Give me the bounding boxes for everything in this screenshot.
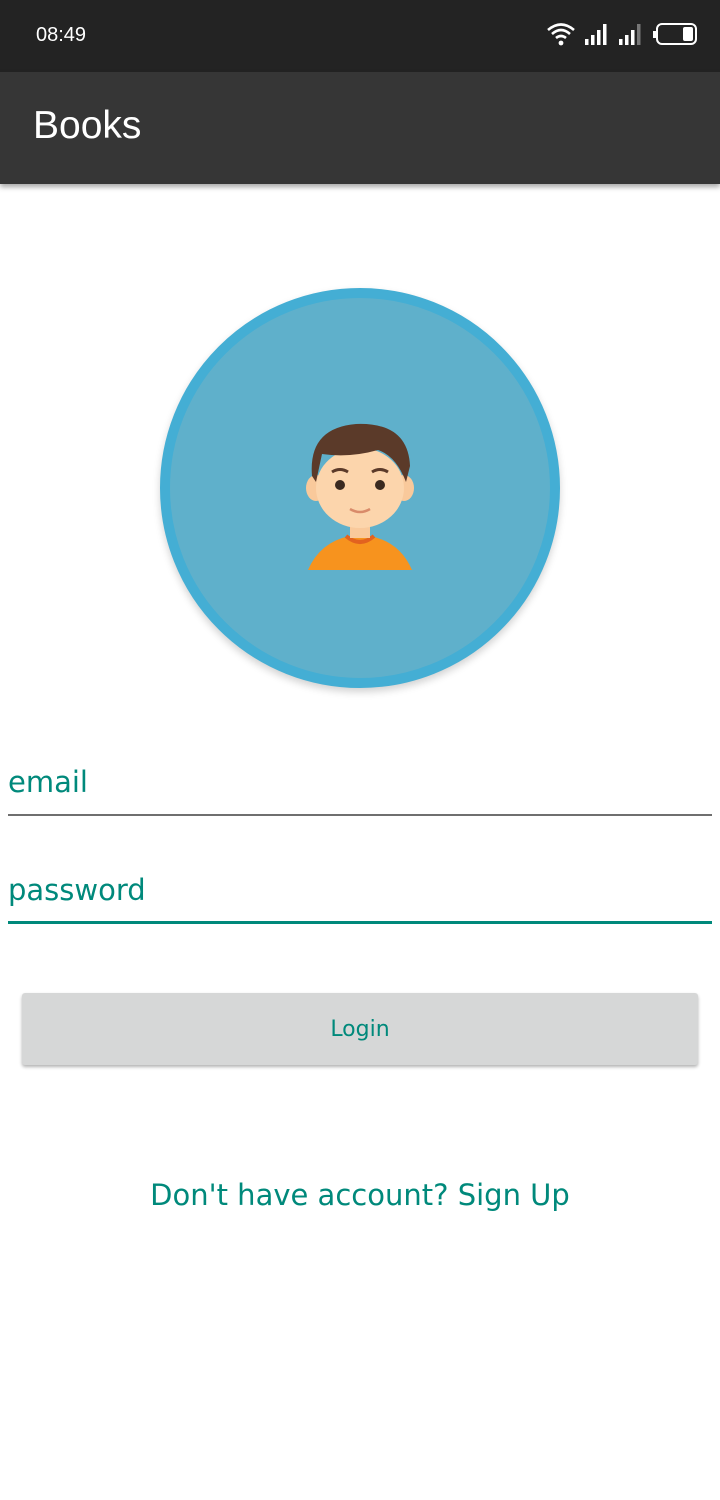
- password-field[interactable]: [8, 868, 712, 924]
- status-bar: 08:49: [0, 0, 720, 72]
- avatar[interactable]: [160, 288, 560, 688]
- status-time: 08:49: [36, 24, 87, 46]
- app-title: Books: [33, 104, 142, 147]
- status-icons: [546, 22, 698, 50]
- signal-icon: [618, 22, 644, 50]
- signup-link[interactable]: Don't have account? Sign Up: [0, 1178, 720, 1212]
- password-input[interactable]: [8, 868, 712, 912]
- user-avatar-icon: [306, 423, 414, 570]
- email-field[interactable]: [8, 760, 712, 816]
- login-button[interactable]: Login: [22, 993, 698, 1065]
- battery-icon: [652, 22, 698, 50]
- email-input[interactable]: [8, 760, 712, 804]
- wifi-icon: [546, 21, 576, 51]
- signal-icon: [584, 22, 610, 50]
